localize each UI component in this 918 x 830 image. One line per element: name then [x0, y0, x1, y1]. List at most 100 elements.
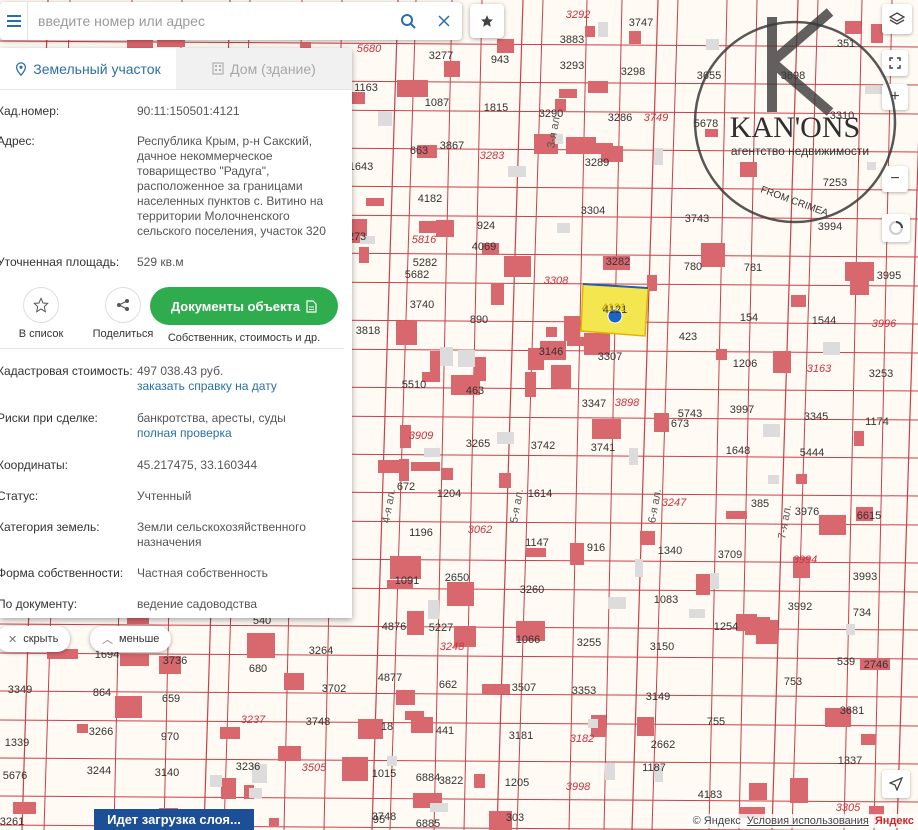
hide-panel-button[interactable]: ✕ скрыть [0, 626, 71, 652]
parcel-number-label[interactable]: 3883 [560, 34, 584, 46]
parcel-number-label[interactable]: 385 [751, 498, 769, 510]
parcel-number-label[interactable]: 3976 [795, 506, 819, 518]
parcel-number-label[interactable]: 734 [853, 607, 871, 619]
cad-number-value[interactable]: 90:11:150501:4121 [134, 104, 334, 134]
parcel-number-label[interactable]: 3996 [872, 318, 896, 330]
search-button[interactable] [390, 2, 426, 40]
parcel-number-label[interactable]: 673 [671, 418, 689, 430]
parcel-number-label[interactable]: 3743 [685, 213, 709, 225]
parcel-number-label[interactable]: 3308 [544, 275, 568, 287]
zoom-in-button[interactable]: + [882, 84, 908, 110]
parcel-number-label[interactable]: 1643 [349, 161, 373, 173]
parcel-number-label[interactable]: 5678 [694, 118, 718, 130]
parcel-number-label[interactable]: 3163 [807, 363, 831, 375]
parcel-number-label[interactable]: 3181 [509, 730, 533, 742]
parcel-number-label[interactable]: 3998 [566, 781, 590, 793]
parcel-number-label[interactable]: 3749 [644, 112, 668, 124]
parcel-number-label[interactable]: 916 [587, 542, 605, 554]
parcel-number-label[interactable]: 3992 [788, 601, 812, 613]
collapse-panel-button[interactable]: ︿ меньше [90, 626, 172, 652]
parcel-number-label[interactable]: 3994 [818, 221, 842, 233]
parcel-number-label[interactable]: 753 [784, 676, 802, 688]
parcel-number-label[interactable]: 3909 [409, 430, 433, 442]
menu-button[interactable] [0, 2, 28, 40]
tab-land-parcel[interactable]: Земельный участок [0, 48, 176, 89]
parcel-number-label[interactable]: 890 [470, 314, 488, 326]
full-check-link[interactable]: полная проверка [137, 426, 334, 441]
parcel-number-label[interactable]: 1163 [354, 82, 378, 94]
parcel-number-label[interactable]: 5680 [357, 43, 381, 55]
parcel-number-label[interactable]: 4183 [698, 789, 722, 801]
parcel-number-label[interactable]: 1204 [437, 488, 461, 500]
parcel-number-label[interactable]: 5444 [800, 447, 824, 459]
parcel-number-label[interactable]: 4877 [378, 672, 402, 684]
parcel-number-label[interactable]: 3298 [621, 66, 645, 78]
parcel-number-label[interactable]: 1187 [642, 762, 666, 774]
parcel-number-label[interactable]: 1206 [733, 358, 757, 370]
parcel-number-label[interactable]: 662 [439, 679, 457, 691]
parcel-number-label[interactable]: 3822 [439, 775, 463, 787]
parcel-number-label[interactable]: 3182 [570, 733, 594, 745]
parcel-number-label[interactable]: 3265 [466, 438, 490, 450]
terms-link[interactable]: Условия использования [747, 815, 869, 827]
parcel-number-label[interactable]: 5816 [412, 234, 436, 246]
parcel-number-label[interactable]: 6884 [416, 772, 440, 784]
parcel-number-label[interactable]: 3260 [520, 584, 544, 596]
parcel-number-label[interactable]: 3277 [429, 50, 453, 62]
parcel-number-label[interactable]: 3997 [730, 404, 754, 416]
documents-button[interactable]: Документы объекта [150, 287, 338, 325]
parcel-number-label[interactable]: 3292 [566, 9, 590, 21]
parcel-number-label[interactable]: 18 [381, 721, 393, 733]
parcel-number-label[interactable]: 680 [249, 663, 267, 675]
parcel-number-label[interactable]: 1648 [726, 445, 750, 457]
zoom-out-button[interactable]: − [882, 166, 908, 192]
parcel-number-label[interactable]: 3283 [480, 150, 504, 162]
parcel-number-label[interactable]: 3248 [440, 641, 464, 653]
parcel-number-label[interactable]: 3255 [577, 637, 601, 649]
parcel-number-label[interactable]: 3261 [0, 816, 24, 828]
parcel-number-label[interactable]: 3247 [662, 497, 686, 509]
parcel-number-label[interactable]: 3305 [836, 802, 860, 814]
parcel-number-label[interactable]: 2650 [445, 572, 469, 584]
parcel-number-label[interactable]: 7253 [823, 177, 847, 189]
parcel-number-label[interactable]: 3993 [853, 571, 877, 583]
parcel-number-label[interactable]: 1614 [528, 488, 552, 500]
parcel-number-label[interactable]: 1196 [409, 527, 433, 539]
parcel-number-label[interactable]: 3293 [560, 60, 584, 72]
parcel-number-label[interactable]: 3062 [468, 524, 492, 536]
parcel-number-label[interactable]: 463 [466, 385, 484, 397]
parcel-number-label[interactable]: 3867 [440, 140, 464, 152]
parcel-number-label[interactable]: 3244 [87, 765, 111, 777]
parcel-number-label[interactable]: 3994 [793, 554, 817, 566]
order-certificate-link[interactable]: заказать справку на дату [137, 379, 334, 394]
parcel-number-label[interactable]: 1337 [838, 755, 862, 767]
parcel-number-label[interactable]: 659 [162, 693, 180, 705]
parcel-number-label[interactable]: 3698 [781, 70, 805, 82]
parcel-number-label[interactable]: 3353 [572, 685, 596, 697]
parcel-number-label[interactable]: 1091 [395, 575, 419, 587]
parcel-number-label[interactable]: 3307 [598, 351, 622, 363]
parcel-number-label[interactable]: 1147 [525, 537, 549, 549]
parcel-number-label[interactable]: 3681 [840, 705, 864, 717]
parcel-number-label[interactable]: 3345 [804, 411, 828, 423]
parcel-number-label[interactable]: 4069 [472, 241, 496, 253]
parcel-number-label[interactable]: 5510 [402, 379, 426, 391]
parcel-number-label[interactable]: 1340 [658, 545, 682, 557]
parcel-number-label[interactable]: 970 [161, 731, 179, 743]
parcel-number-label[interactable]: 4876 [382, 621, 406, 633]
parcel-number-label[interactable]: 3505 [302, 762, 326, 774]
parcel-number-label[interactable]: 3655 [697, 70, 721, 82]
selected-parcel-label[interactable]: 4121 [602, 302, 626, 314]
parcel-number-label[interactable]: 3236 [236, 761, 260, 773]
parcel-number-label[interactable]: 441 [436, 725, 454, 737]
parcel-number-label[interactable]: 3149 [646, 691, 670, 703]
parcel-number-label[interactable]: 1544 [812, 315, 836, 327]
parcel-number-label[interactable]: 864 [93, 687, 111, 699]
parcel-number-label[interactable]: 3304 [581, 205, 605, 217]
parcel-number-label[interactable]: 3741 [591, 442, 615, 454]
parcel-number-label[interactable]: 2662 [651, 739, 675, 751]
parcel-number-label[interactable]: 3347 [582, 398, 606, 410]
parcel-number-label[interactable]: 3237 [241, 714, 265, 726]
parcel-number-label[interactable]: 3253 [869, 368, 893, 380]
parcel-number-label[interactable]: 3995 [877, 270, 901, 282]
